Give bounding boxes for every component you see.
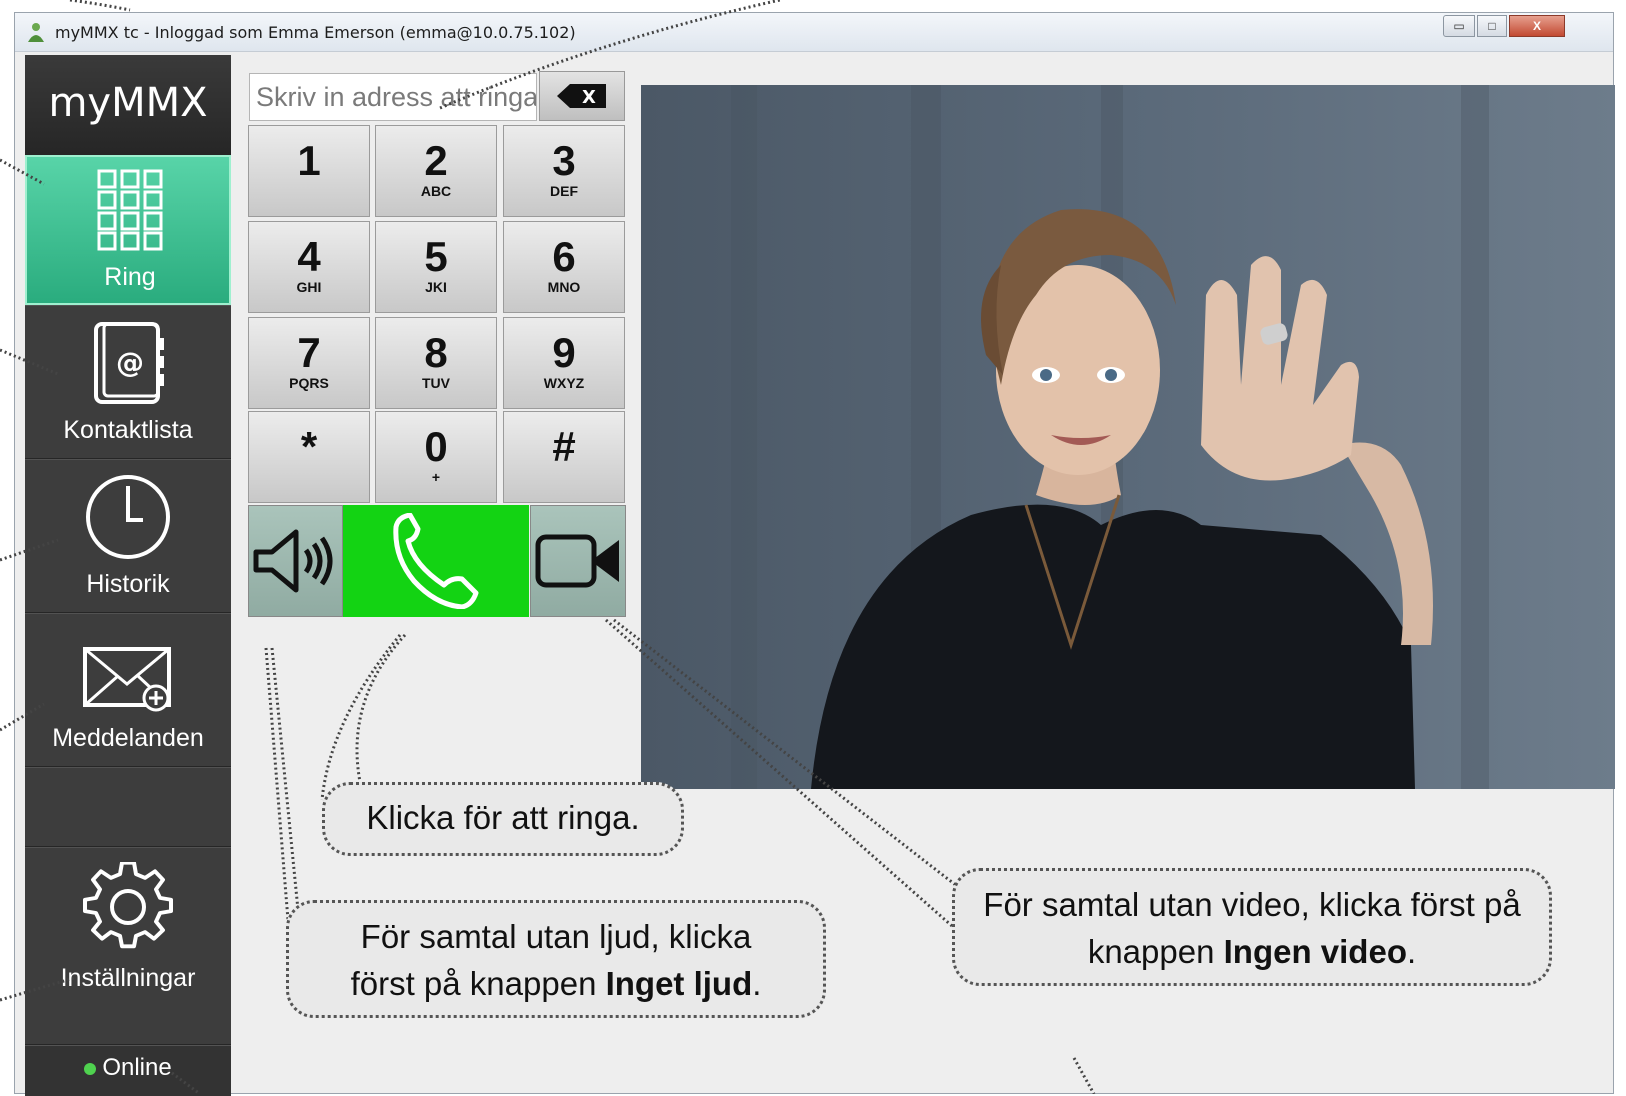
callout-call: Klicka för att ringa. [322, 782, 684, 856]
callout-audio-bold: Inget ljud [605, 965, 753, 1002]
key-4[interactable]: 4 GHI [248, 221, 370, 313]
key-7[interactable]: 7 PQRS [248, 317, 370, 409]
sidebar-item-label: Ring [104, 263, 156, 291]
sidebar-item-meddelanden[interactable]: Meddelanden [25, 613, 231, 767]
key-1[interactable]: 1 [248, 125, 370, 217]
callout-audio-line2: först på knappen [350, 965, 606, 1002]
sidebar-item-installningar[interactable]: Inställningar [25, 847, 231, 1045]
status-indicator[interactable]: Online [25, 1045, 231, 1096]
sidebar-item-label: Meddelanden [52, 724, 204, 752]
status-text: Online [102, 1054, 172, 1081]
audio-toggle-button[interactable] [248, 505, 343, 617]
callout-audio-end: . [752, 965, 762, 1002]
user-icon [28, 23, 44, 42]
video-toggle-button[interactable] [530, 505, 626, 617]
key-9[interactable]: 9 WXYZ [503, 317, 625, 409]
sidebar-item-label: Inställningar [60, 964, 196, 992]
sidebar-item-historik[interactable]: Historik [25, 459, 231, 613]
callout-video-bold: Ingen video [1223, 933, 1407, 970]
backspace-icon: X [557, 84, 606, 108]
key-5[interactable]: 5 JKI [375, 221, 497, 313]
callout-audio: För samtal utan ljud, klicka först på kn… [286, 900, 826, 1018]
svg-text:X: X [582, 87, 596, 108]
gear-icon [25, 862, 231, 952]
key-6[interactable]: 6 MNO [503, 221, 625, 313]
close-button[interactable]: X [1509, 15, 1565, 37]
callout-audio-line1: För samtal utan ljud, klicka [360, 918, 752, 955]
callout-call-text: Klicka för att ringa. [366, 799, 640, 836]
callout-video-line2: knappen [1087, 933, 1224, 970]
sidebar: myMMX Ring @ Kontaktlista Historik Medde… [25, 55, 231, 1096]
phone-icon [393, 513, 479, 609]
title-bar[interactable]: myMMX tc - Inloggad som Emma Emerson (em… [15, 13, 1613, 52]
call-button[interactable] [343, 505, 529, 617]
callout-video: För samtal utan video, klicka först på k… [952, 868, 1552, 986]
sidebar-item-label: Historik [86, 570, 170, 598]
video-camera-icon [535, 534, 619, 588]
address-book-icon: @ [25, 320, 231, 406]
maximize-button[interactable]: □ [1477, 15, 1507, 37]
status-dot-icon [84, 1062, 97, 1075]
video-frame [641, 85, 1615, 789]
backspace-button[interactable]: X [539, 71, 625, 121]
callout-video-end: . [1406, 933, 1417, 970]
minimize-button[interactable]: ▭ [1443, 15, 1475, 37]
key-star[interactable]: * [248, 411, 370, 503]
sidebar-item-empty [25, 767, 231, 847]
clock-icon [25, 472, 231, 562]
address-input[interactable]: Skriv in adress att ringa [249, 73, 537, 121]
svg-text:@: @ [116, 346, 144, 379]
callout-video-line1: För samtal utan video, klicka först på [983, 886, 1521, 923]
sidebar-item-kontaktlista[interactable]: @ Kontaktlista [25, 305, 231, 459]
sidebar-item-ring[interactable]: Ring [25, 155, 231, 305]
window-title: myMMX tc - Inloggad som Emma Emerson (em… [55, 23, 576, 42]
key-8[interactable]: 8 TUV [375, 317, 497, 409]
key-3[interactable]: 3 DEF [503, 125, 625, 217]
key-0[interactable]: 0 + [375, 411, 497, 503]
key-hash[interactable]: # [503, 411, 625, 503]
video-preview [641, 85, 1615, 789]
key-2[interactable]: 2 ABC [375, 125, 497, 217]
speaker-icon [253, 529, 332, 593]
envelope-plus-icon [25, 644, 231, 714]
dialpad-icon [27, 169, 233, 251]
app-logo: myMMX [25, 55, 231, 155]
sidebar-item-label: Kontaktlista [63, 416, 193, 444]
